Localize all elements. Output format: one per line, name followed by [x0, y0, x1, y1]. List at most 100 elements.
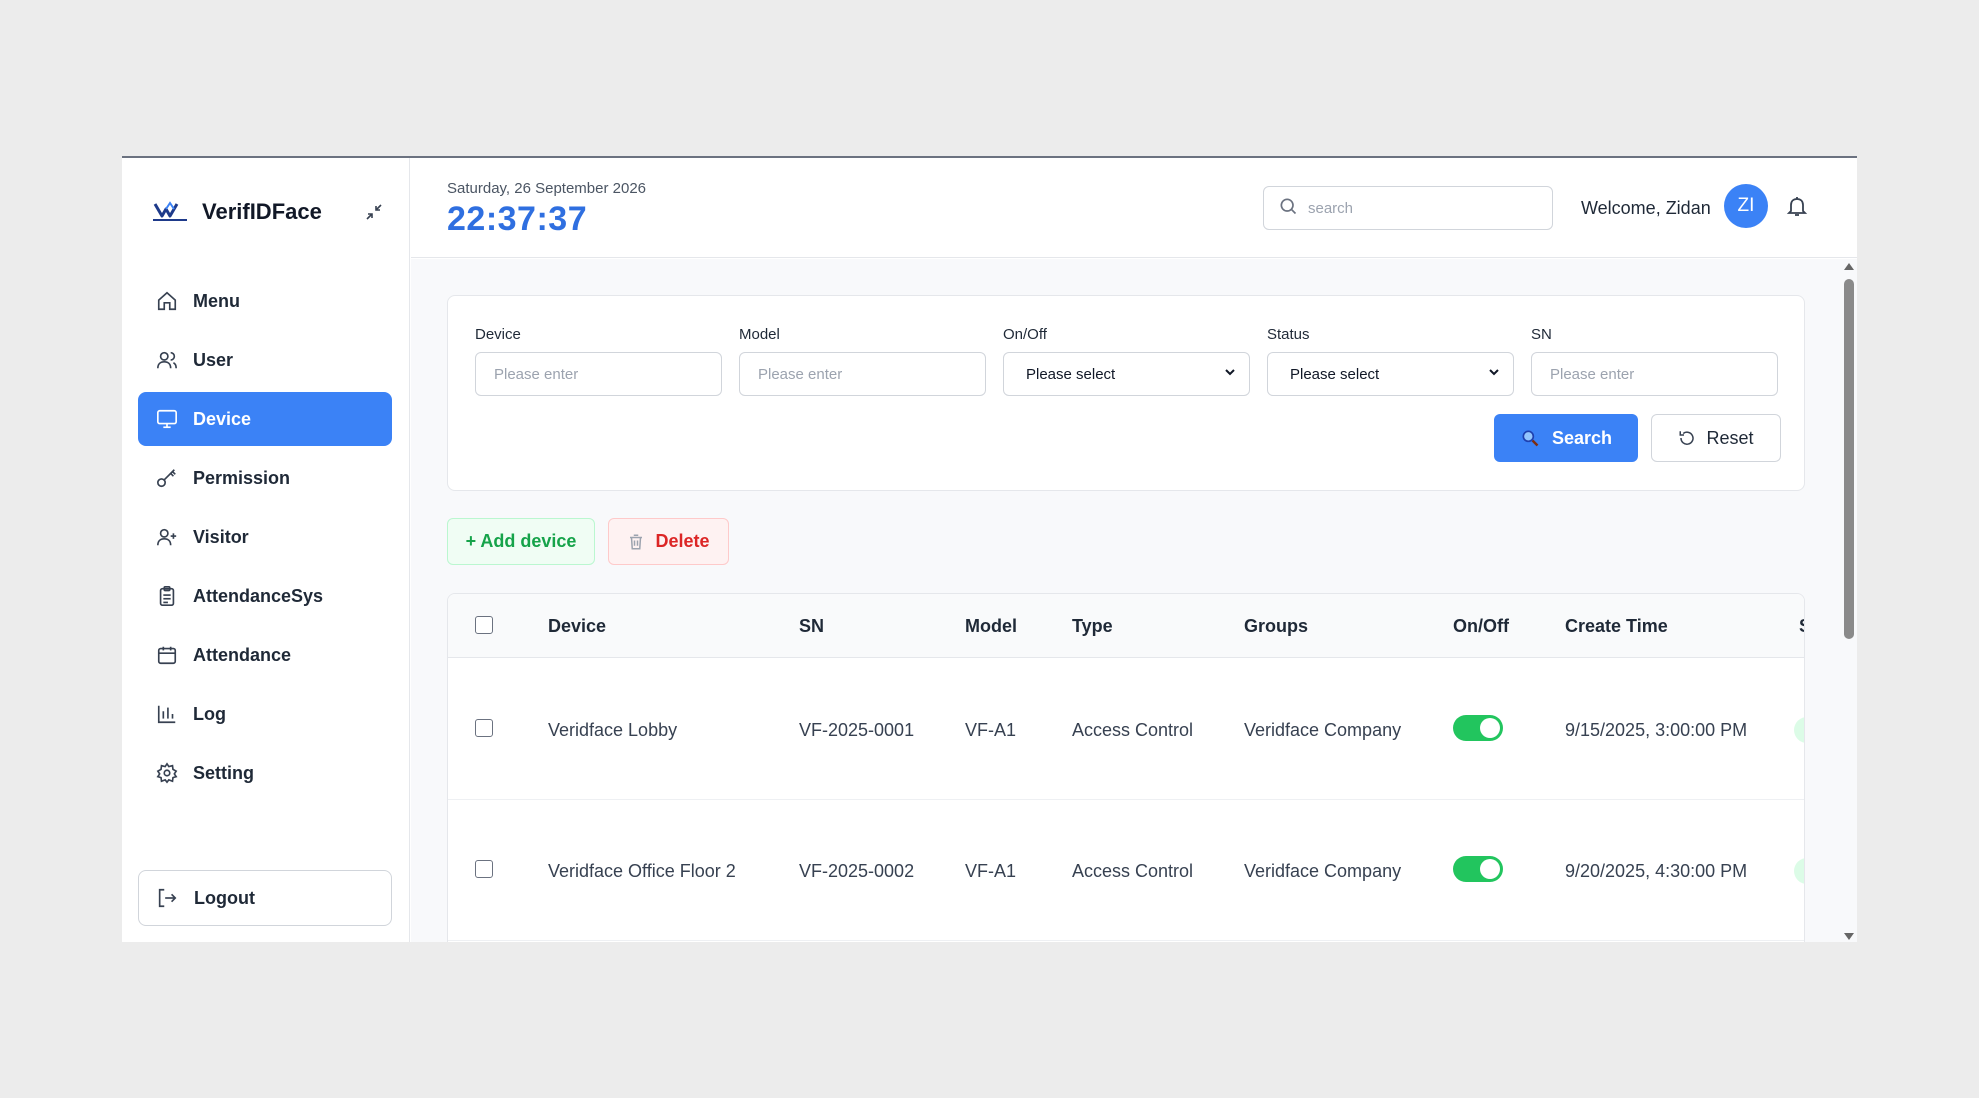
- content-scrollbar[interactable]: [1841, 259, 1857, 942]
- toggle-knob: [1480, 718, 1500, 738]
- cell-groups: Veridface Company: [1244, 861, 1402, 881]
- sidebar-item-user[interactable]: User: [138, 333, 392, 387]
- search-button[interactable]: Search: [1494, 414, 1638, 462]
- sidebar-item-attendancesys[interactable]: AttendanceSys: [138, 569, 392, 623]
- brand-name: VerifIDFace: [202, 199, 322, 224]
- logout-button[interactable]: Logout: [138, 870, 392, 926]
- device-filter-label: Device: [475, 326, 521, 343]
- delete-button-label: Delete: [655, 531, 710, 551]
- app-window: VerifIDFace Menu User Device Permission …: [122, 156, 1857, 942]
- status-select[interactable]: Please select: [1267, 352, 1514, 396]
- row-checkbox[interactable]: [475, 719, 493, 737]
- table-header: Device SN Model Type Groups On/Off Creat…: [448, 594, 1804, 658]
- row-checkbox[interactable]: [475, 860, 493, 878]
- add-device-button[interactable]: + Add device: [447, 518, 595, 565]
- current-date: Saturday, 26 September 2026: [447, 180, 647, 197]
- column-header-status[interactable]: S: [1799, 616, 1804, 637]
- sidebar-item-setting[interactable]: Setting: [138, 746, 392, 800]
- welcome-text: Welcome, Zidan: [1581, 198, 1711, 218]
- sidebar-item-menu[interactable]: Menu: [138, 274, 392, 328]
- avatar[interactable]: ZI: [1724, 184, 1768, 228]
- top-header: Saturday, 26 September 2026 22:37:37 Wel…: [411, 158, 1857, 258]
- calendar-icon: [155, 643, 179, 667]
- onoff-toggle[interactable]: [1453, 856, 1503, 882]
- status-select-value: Please select: [1290, 365, 1380, 383]
- sn-filter-input[interactable]: [1550, 365, 1759, 383]
- user-plus-icon: [155, 525, 179, 549]
- cell-sn: VF-2025-0002: [799, 861, 915, 881]
- global-search[interactable]: [1263, 186, 1553, 230]
- bell-icon[interactable]: [1785, 194, 1809, 218]
- select-all-checkbox[interactable]: [475, 616, 493, 634]
- logout-icon: [156, 886, 180, 910]
- table-row[interactable]: Veridface Office Floor 2 VF-2025-0002 VF…: [448, 800, 1804, 941]
- column-header-model[interactable]: Model: [965, 616, 1017, 637]
- column-header-onoff[interactable]: On/Off: [1453, 616, 1509, 637]
- reset-button[interactable]: Reset: [1651, 414, 1781, 462]
- sidebar-item-visitor[interactable]: Visitor: [138, 510, 392, 564]
- clipboard-icon: [155, 584, 179, 608]
- users-icon: [155, 348, 179, 372]
- column-header-type[interactable]: Type: [1072, 616, 1113, 637]
- search-icon: [1278, 196, 1298, 221]
- trash-icon: [627, 533, 645, 551]
- cell-device: Veridface Lobby: [548, 720, 678, 740]
- sn-filter-label: SN: [1531, 326, 1552, 343]
- onoff-select[interactable]: Please select: [1003, 352, 1250, 396]
- cell-model: VF-A1: [965, 720, 1017, 740]
- delete-button[interactable]: Delete: [608, 518, 729, 565]
- device-filter-box: [475, 352, 722, 396]
- onoff-filter-label: On/Off: [1003, 326, 1047, 343]
- filter-panel: Device Model On/Off Please select: [447, 295, 1805, 491]
- cell-type: Access Control: [1072, 720, 1194, 740]
- sn-filter-box: [1531, 352, 1778, 396]
- sidebar-item-log[interactable]: Log: [138, 687, 392, 741]
- sidebar-item-attendance[interactable]: Attendance: [138, 628, 392, 682]
- logout-label: Logout: [194, 887, 255, 908]
- toggle-knob: [1480, 859, 1500, 879]
- main-content: Device Model On/Off Please select: [411, 259, 1857, 942]
- sidebar-item-label: Log: [193, 703, 226, 724]
- sidebar-item-label: Attendance: [193, 644, 292, 665]
- monitor-icon: [155, 407, 179, 431]
- column-header-sn[interactable]: SN: [799, 616, 824, 637]
- bar-chart-icon: [155, 702, 179, 726]
- cell-groups: Veridface Company: [1244, 720, 1402, 740]
- cell-sn: VF-2025-0001: [799, 720, 915, 740]
- table-row[interactable]: Veridface Lobby VF-2025-0001 VF-A1 Acces…: [448, 659, 1804, 800]
- column-header-device[interactable]: Device: [548, 616, 606, 637]
- scroll-down-arrow-icon[interactable]: [1844, 933, 1854, 940]
- chevron-down-icon: [1223, 365, 1237, 383]
- column-header-groups[interactable]: Groups: [1244, 616, 1308, 637]
- home-icon: [155, 289, 179, 313]
- chevron-down-icon: [1487, 365, 1501, 383]
- status-badge: [1794, 717, 1804, 743]
- sidebar-nav: Menu User Device Permission Visitor Atte…: [138, 274, 392, 805]
- brand-logo-icon: [152, 201, 188, 223]
- sidebar-item-device[interactable]: Device: [138, 392, 392, 446]
- device-filter-input[interactable]: [494, 365, 703, 383]
- sidebar-item-label: Permission: [193, 467, 291, 488]
- column-header-create-time[interactable]: Create Time: [1565, 616, 1668, 637]
- scroll-up-arrow-icon[interactable]: [1844, 263, 1854, 270]
- device-filter: Device: [475, 326, 722, 396]
- cell-device: Veridface Office Floor 2: [548, 861, 736, 881]
- cell-model: VF-A1: [965, 861, 1017, 881]
- onoff-toggle[interactable]: [1453, 715, 1503, 741]
- sidebar-item-label: Visitor: [193, 526, 249, 547]
- model-filter-label: Model: [739, 326, 780, 343]
- model-filter-input[interactable]: [758, 365, 967, 383]
- sidebar-item-permission[interactable]: Permission: [138, 451, 392, 505]
- collapse-sidebar-icon[interactable]: [362, 200, 386, 224]
- global-search-input[interactable]: [1308, 199, 1528, 217]
- sidebar: VerifIDFace Menu User Device Permission …: [122, 158, 410, 942]
- status-badge: [1794, 858, 1804, 884]
- sidebar-item-label: User: [193, 349, 234, 370]
- gear-icon: [155, 761, 179, 785]
- sidebar-item-label: Setting: [193, 762, 254, 783]
- status-filter-label: Status: [1267, 326, 1310, 343]
- scrollbar-thumb[interactable]: [1844, 279, 1854, 639]
- magnifier-icon: [1520, 428, 1540, 448]
- reset-icon: [1678, 429, 1696, 447]
- model-filter: Model: [739, 326, 986, 396]
